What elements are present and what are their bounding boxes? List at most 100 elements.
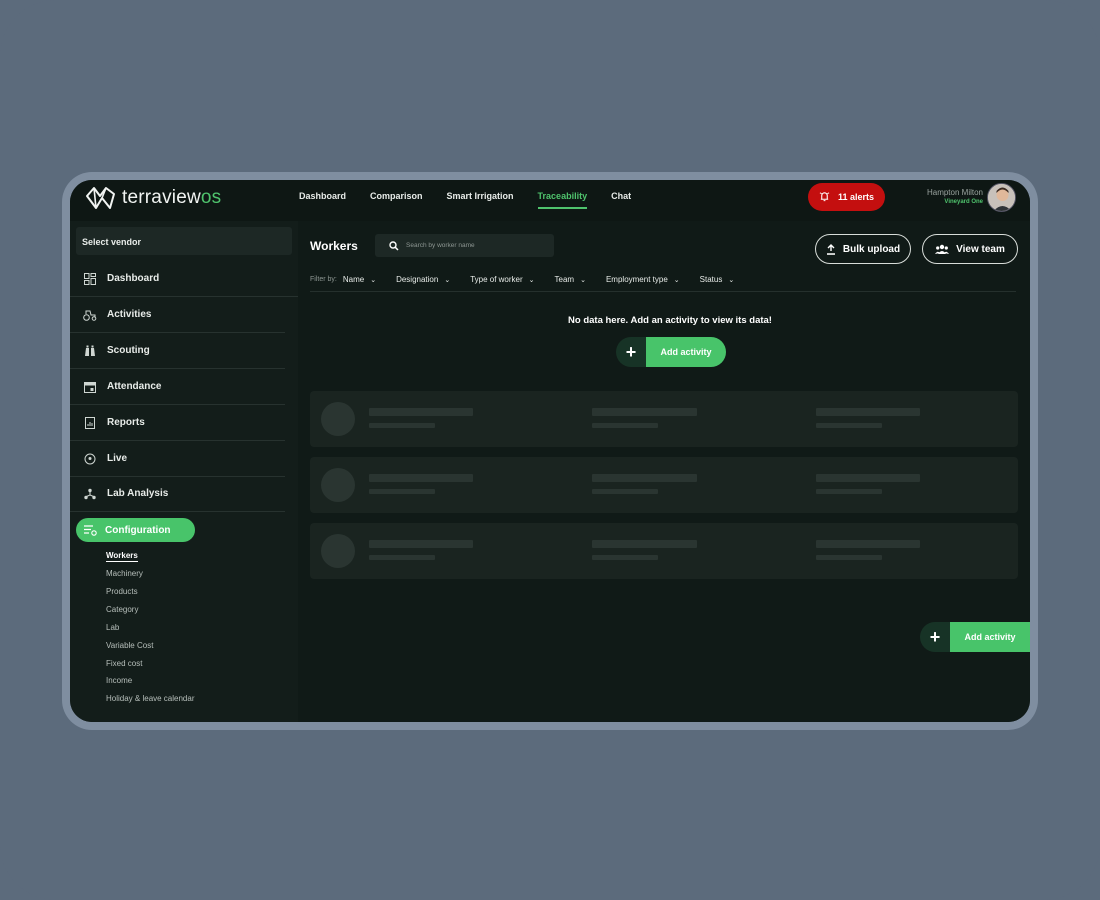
sidebar-item-label: Dashboard — [107, 273, 160, 284]
sub-item-products[interactable]: Products — [106, 587, 138, 596]
page-title: Workers — [310, 239, 358, 253]
sub-item-holiday-calendar[interactable]: Holiday & leave calendar — [106, 694, 195, 703]
search-placeholder: Search by worker name — [406, 242, 475, 249]
filter-designation[interactable]: Designation ⌄ — [396, 275, 450, 284]
sub-item-category[interactable]: Category — [106, 605, 138, 614]
logo-mark-icon — [86, 187, 115, 209]
user-farm: Vineyard One — [944, 199, 983, 205]
sub-item-machinery[interactable]: Machinery — [106, 569, 143, 578]
text-placeholder — [592, 423, 658, 428]
filter-status[interactable]: Status ⌄ — [700, 275, 735, 284]
vendor-select[interactable]: Select vendor — [76, 227, 292, 255]
sidebar-item-live[interactable]: Live — [70, 441, 285, 477]
sub-item-workers[interactable]: Workers — [106, 551, 138, 562]
filter-label: Name — [342, 275, 365, 284]
user-name: Hampton Milton — [926, 188, 983, 197]
avatar[interactable] — [987, 183, 1016, 212]
chevron-down-icon: ⌄ — [528, 276, 535, 284]
placeholder-row — [310, 457, 1018, 513]
user-info: Hampton Milton Vineyard One — [918, 188, 983, 205]
sidebar-item-attendance[interactable]: Attendance — [70, 369, 285, 405]
nav-smart-irrigation[interactable]: Smart Irrigation — [447, 191, 514, 209]
floating-add-label: Add activity — [950, 622, 1030, 652]
nav-chat[interactable]: Chat — [611, 191, 631, 209]
sidebar-item-dashboard[interactable]: Dashboard — [70, 261, 298, 297]
add-activity-button[interactable]: + Add activity — [616, 337, 726, 367]
nav-traceability[interactable]: Traceability — [537, 191, 588, 209]
chevron-down-icon: ⌄ — [444, 276, 451, 284]
filter-label: Designation — [396, 275, 439, 284]
filter-label: Type of worker — [470, 275, 523, 284]
bulk-upload-label: Bulk upload — [842, 243, 901, 255]
text-placeholder — [816, 540, 920, 548]
tractor-icon — [83, 308, 97, 322]
nav-dashboard[interactable]: Dashboard — [299, 191, 346, 209]
text-placeholder — [592, 555, 658, 560]
logo-suffix: os — [200, 187, 222, 208]
plus-icon: + — [616, 337, 646, 367]
sidebar-item-label: Attendance — [107, 381, 162, 392]
sub-item-lab[interactable]: Lab — [106, 623, 119, 632]
dashboard-icon — [83, 272, 97, 286]
sub-item-fixed-cost[interactable]: Fixed cost — [106, 659, 142, 668]
avatar-placeholder — [321, 468, 355, 502]
sidebar-item-lab-analysis[interactable]: Lab Analysis — [70, 476, 285, 512]
text-placeholder — [816, 474, 920, 482]
network-icon — [83, 487, 97, 501]
sidebar-item-label: Scouting — [107, 345, 150, 356]
filter-label: Team — [554, 275, 575, 284]
filter-team[interactable]: Team ⌄ — [555, 275, 586, 284]
filter-name[interactable]: Name ⌄ — [343, 275, 376, 284]
text-placeholder — [592, 489, 658, 494]
sidebar-item-scouting[interactable]: Scouting — [70, 333, 285, 369]
logo-word: terraview — [122, 187, 201, 208]
sub-item-variable-cost[interactable]: Variable Cost — [106, 641, 153, 650]
app-screen: terraviewos Dashboard Comparison Smart I… — [70, 180, 1030, 722]
bulk-upload-button[interactable]: Bulk upload — [815, 234, 911, 264]
text-placeholder — [592, 540, 697, 548]
text-placeholder — [369, 489, 435, 494]
view-team-button[interactable]: View team — [922, 234, 1018, 264]
filter-by-label: Filter by: — [310, 276, 337, 283]
filter-bar: Filter by: Name ⌄ Designation ⌄ Type of wo… — [310, 275, 1016, 292]
calendar-icon — [83, 380, 97, 394]
filter-label: Employment type — [605, 275, 668, 284]
filter-label: Status — [699, 275, 723, 284]
main-content: Workers Search by worker name Bulk uploa… — [298, 221, 1030, 722]
placeholder-row — [310, 391, 1018, 447]
filter-employment-type[interactable]: Employment type ⌄ — [606, 275, 680, 284]
sidebar-item-reports[interactable]: Reports — [70, 405, 285, 441]
text-placeholder — [369, 540, 473, 548]
text-placeholder — [592, 408, 697, 416]
sidebar-item-configuration[interactable]: Configuration — [76, 518, 195, 542]
filter-type-of-worker[interactable]: Type of worker ⌄ — [470, 275, 534, 284]
top-bar: terraviewos Dashboard Comparison Smart I… — [70, 180, 1030, 221]
search-input[interactable]: Search by worker name — [375, 234, 554, 257]
app-logo[interactable]: terraviewos — [84, 184, 221, 212]
text-placeholder — [816, 408, 920, 416]
placeholder-row — [310, 523, 1018, 579]
alerts-button[interactable]: 11 alerts — [808, 183, 885, 211]
plus-icon: + — [920, 622, 950, 652]
sidebar-item-label: Live — [107, 453, 128, 464]
text-placeholder — [369, 423, 435, 428]
sub-item-income[interactable]: Income — [106, 676, 132, 685]
alerts-label: 11 alerts — [837, 192, 875, 202]
floating-add-activity-button[interactable]: + Add activity — [920, 622, 1030, 652]
empty-state-message: No data here. Add an activity to view it… — [568, 315, 772, 326]
add-activity-label: Add activity — [646, 337, 726, 367]
bell-icon — [819, 191, 830, 204]
nav-comparison[interactable]: Comparison — [370, 191, 423, 209]
config-label: Configuration — [105, 524, 171, 536]
sidebar-item-label: Lab Analysis — [107, 488, 169, 499]
sidebar-item-label: Reports — [107, 417, 145, 428]
text-placeholder — [816, 423, 882, 428]
team-icon — [935, 244, 950, 254]
logo-text: terraviewos — [122, 187, 221, 209]
avatar-placeholder — [321, 534, 355, 568]
text-placeholder — [369, 555, 435, 560]
sidebar-item-activities[interactable]: Activities — [70, 297, 285, 333]
sidebar-item-label: Activities — [107, 309, 152, 320]
chevron-down-icon: ⌄ — [673, 276, 680, 284]
avatar-placeholder — [321, 402, 355, 436]
